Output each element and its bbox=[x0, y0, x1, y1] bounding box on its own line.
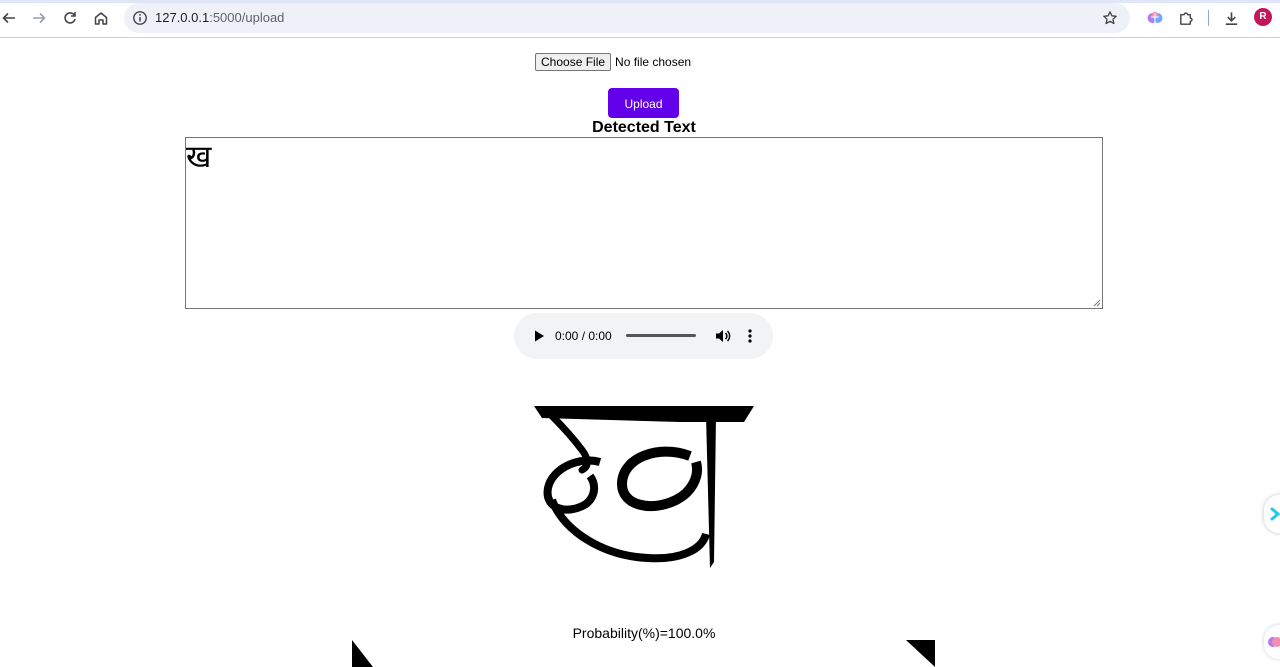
probability-text: Probability(%)=100.0% bbox=[572, 625, 716, 641]
audio-seek-bar[interactable] bbox=[626, 334, 696, 337]
browser-toolbar: 127.0.0.1:5000/upload R bbox=[0, 0, 1280, 38]
detected-text-heading: Detected Text bbox=[592, 119, 696, 136]
info-icon[interactable] bbox=[132, 10, 148, 26]
more-vertical-icon[interactable] bbox=[746, 327, 754, 345]
home-button[interactable] bbox=[88, 6, 114, 30]
detected-text-value: ख bbox=[186, 139, 212, 175]
image-corner-mark bbox=[352, 640, 373, 667]
extension-button[interactable] bbox=[1145, 8, 1165, 28]
url-text: 127.0.0.1:5000/upload bbox=[155, 10, 284, 26]
upload-button[interactable]: Upload bbox=[608, 88, 679, 118]
file-input[interactable]: Choose File No file chosen bbox=[535, 52, 691, 71]
choose-file-button[interactable]: Choose File bbox=[535, 52, 612, 71]
floating-assistant-button[interactable] bbox=[1264, 495, 1280, 533]
file-status-text: No file chosen bbox=[615, 54, 692, 69]
url-host: 127.0.0.1 bbox=[155, 10, 210, 25]
brain-extension-icon bbox=[1147, 11, 1163, 23]
extensions-button[interactable] bbox=[1176, 8, 1196, 28]
sparkle-icon bbox=[1270, 507, 1280, 521]
home-icon bbox=[94, 12, 108, 25]
arrow-right-icon bbox=[33, 12, 46, 24]
profile-avatar[interactable]: R bbox=[1254, 8, 1272, 26]
forward-button[interactable] bbox=[26, 6, 52, 30]
detected-text-area[interactable]: ख bbox=[185, 137, 1103, 309]
brain-extension-icon bbox=[1268, 637, 1280, 647]
star-icon[interactable] bbox=[1102, 10, 1118, 26]
image-corner-mark bbox=[906, 640, 935, 667]
puzzle-icon bbox=[1179, 11, 1193, 25]
resize-handle-icon[interactable] bbox=[1091, 297, 1101, 307]
play-icon[interactable] bbox=[532, 329, 546, 343]
back-button[interactable] bbox=[0, 6, 22, 30]
download-icon bbox=[1225, 11, 1237, 25]
reload-button[interactable] bbox=[57, 6, 83, 30]
url-path: :5000/upload bbox=[209, 10, 285, 25]
audio-player: 0:00 / 0:00 bbox=[514, 313, 773, 359]
address-bar[interactable]: 127.0.0.1:5000/upload bbox=[124, 3, 1130, 33]
volume-icon[interactable] bbox=[714, 328, 732, 344]
downloads-button[interactable] bbox=[1221, 8, 1241, 28]
audio-time: 0:00 / 0:00 bbox=[555, 329, 612, 343]
character-image bbox=[534, 406, 754, 568]
reload-icon bbox=[64, 12, 76, 24]
arrow-left-icon bbox=[2, 12, 15, 24]
floating-extension-button[interactable] bbox=[1264, 625, 1280, 659]
toolbar-divider bbox=[1208, 10, 1209, 26]
